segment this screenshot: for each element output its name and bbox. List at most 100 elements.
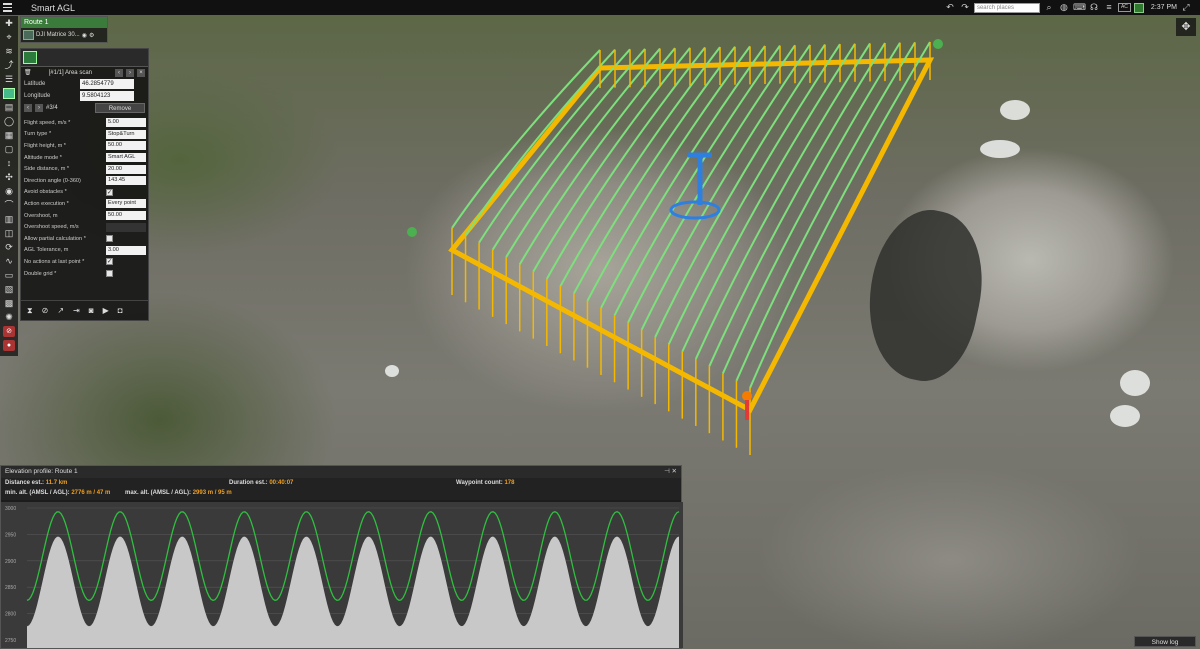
globe-icon[interactable]: ◍ [1058,2,1070,13]
waypoint-marker[interactable] [407,227,417,237]
param-field[interactable]: 20.00 [106,164,146,174]
y-tick-label: 3000 [5,506,16,512]
elevation-chart[interactable]: 3000 2950 2900 2850 2800 2750 [1,502,683,648]
add-icon[interactable]: ✚ [3,18,15,29]
param-row: Avoid obstacles * ✓ [21,187,148,199]
gimbal-icon[interactable]: ⊘ [42,306,49,315]
route-icon[interactable]: ⤴ [3,60,15,71]
grid-icon[interactable]: ▦ [3,130,15,141]
search-icon[interactable]: ⌕ [1043,2,1055,13]
param-field[interactable]: 3.00 [106,245,146,255]
layers-icon[interactable]: ≋ [3,46,15,57]
param-checkbox[interactable] [106,270,113,278]
param-checkbox[interactable] [106,235,113,243]
headset-icon[interactable]: ☊ [1088,2,1100,13]
clock: 2:37 PM [1150,4,1177,11]
area-scan-icon[interactable] [3,88,15,99]
elevation-title: Elevation profile: Route 1 [5,468,78,475]
param-label: Altitude mode * [24,154,62,161]
keyboard-icon[interactable]: ⌨ [1073,2,1086,13]
param-checkbox[interactable]: ✓ [106,258,113,266]
next-point-icon[interactable]: › [35,104,43,112]
undo-icon[interactable]: ↶ [944,2,956,13]
param-row: Altitude mode * Smart AGL [21,152,148,164]
right-toolbar: ✥ [1176,18,1198,36]
show-log-button[interactable]: Show log [1134,636,1196,647]
prev-point-icon[interactable]: ‹ [24,104,32,112]
list-icon[interactable]: ☰ [3,74,15,85]
home-point-marker[interactable] [669,200,721,220]
flight-path-line [640,44,811,331]
circle-icon[interactable]: ◯ [3,116,15,127]
waypoint-marker[interactable] [933,39,943,49]
remove-button[interactable]: Remove [95,103,145,113]
param-label: Action execution * [24,200,69,207]
param-field[interactable]: Stop&Turn [106,129,146,139]
duration-label: Duration est.: [229,480,268,486]
trash-icon[interactable]: 🗑 [24,69,32,76]
camera-icon[interactable]: ◉ [3,186,15,197]
video-icon[interactable]: ▶ [103,306,109,315]
area-scan-tab-icon[interactable] [23,51,37,64]
no-fly-zone-icon[interactable]: ⊘ [3,326,15,337]
param-field[interactable]: 50.00 [106,141,146,151]
close-panel-icon[interactable]: ✕ [672,468,677,475]
flight-path-line [532,47,691,273]
ac-badge: AC [1117,3,1131,12]
rotate-icon[interactable]: ↗ [57,306,64,315]
param-label: AGL Tolerance, m [24,247,69,254]
redo-icon[interactable]: ↷ [959,2,971,13]
param-row: Flight height, m * 50.00 [21,140,148,152]
corridor-icon[interactable]: ∿ [3,256,15,267]
facade-icon[interactable]: ▥ [3,214,15,225]
record-icon[interactable]: ● [3,340,15,351]
latitude-field[interactable]: 46.2854779 [80,79,134,89]
photo-icon[interactable]: ◙ [89,306,94,315]
panorama-icon[interactable]: ◫ [3,228,15,239]
settings-icon[interactable]: ⚙ [89,32,94,39]
drone-model[interactable]: DJI Matrice 30... [36,32,80,38]
param-label: No actions at last point * [24,258,85,265]
image-icon[interactable]: ▧ [3,284,15,295]
sun-icon[interactable]: ✺ [3,312,15,323]
pin-icon[interactable]: ⌖ [3,32,15,43]
elevation-profile-panel: Elevation profile: Route 1 ⊣ ✕ Distance … [0,465,683,649]
y-tick-label: 2850 [5,585,16,591]
ruler-icon[interactable]: ▭ [3,270,15,281]
document-icon[interactable]: ▤ [3,102,15,113]
zoom-icon[interactable]: ⇥ [73,306,80,315]
expand-icon[interactable]: ⤢ [1180,2,1192,13]
compass-icon[interactable]: ✥ [1176,18,1196,36]
hamburger-menu-icon[interactable] [0,0,15,15]
param-field[interactable]: Smart AGL [106,153,146,163]
longitude-field[interactable]: 9.5804123 [80,91,134,101]
search-input[interactable]: search places [973,2,1040,13]
y-tick-label: 2950 [5,532,16,538]
prev-icon[interactable]: ‹ [115,68,123,77]
tiles-icon[interactable]: ▩ [3,298,15,309]
bridge-icon[interactable]: ⌒ [3,200,15,211]
param-field[interactable]: 50.00 [106,211,146,221]
param-field[interactable]: 5.00 [106,118,146,128]
action-bar: ⧗ ⊘ ↗ ⇥ ◙ ▶ ◘ [21,300,148,320]
flight-path-line [694,42,871,360]
flight-path-line [667,43,841,345]
measure-icon[interactable]: ↕ [3,158,15,169]
max-alt-value: 2993 m / 95 m [192,490,232,496]
param-field[interactable] [106,222,146,232]
hourglass-icon[interactable]: ⧗ [27,306,33,316]
frame-icon[interactable]: ▢ [3,144,15,155]
param-field[interactable]: Every point [106,199,146,209]
interval-photo-icon[interactable]: ◘ [118,306,123,315]
param-checkbox[interactable]: ✓ [106,188,113,196]
drone-icon[interactable]: ✣ [3,172,15,183]
orbit-icon[interactable]: ⟳ [3,242,15,253]
close-icon[interactable]: × [137,68,145,77]
eye-icon[interactable]: ◉ [82,32,87,39]
pin-panel-icon[interactable]: ⊣ [664,468,670,475]
next-icon[interactable]: › [126,68,134,77]
param-field[interactable]: 143.45 [106,176,146,186]
waypoint-marker-start[interactable] [742,391,752,401]
route-name[interactable]: Route 1 [21,17,107,28]
param-label: Flight speed, m/s * [24,119,71,126]
